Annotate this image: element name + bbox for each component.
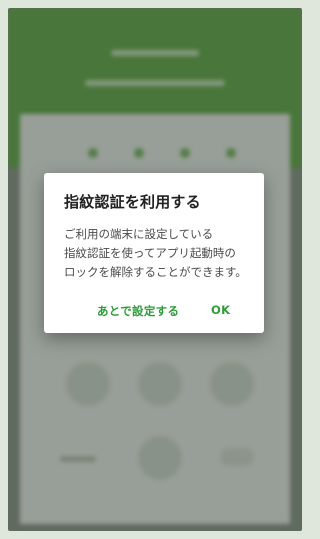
- ok-button[interactable]: OK: [211, 303, 230, 317]
- phone-screen: 指紋認証を利用する ご利用の端末に設定している 指紋認証を使ってアプリ起動時の …: [8, 8, 302, 531]
- fingerprint-dialog: 指紋認証を利用する ご利用の端末に設定している 指紋認証を使ってアプリ起動時の …: [44, 173, 264, 333]
- set-later-button[interactable]: あとで設定する: [97, 303, 179, 319]
- dialog-message: ご利用の端末に設定している 指紋認証を使ってアプリ起動時の ロックを解除すること…: [64, 227, 247, 279]
- dialog-title: 指紋認証を利用する: [64, 193, 201, 211]
- dialog-actions: あとで設定する OK: [44, 299, 264, 325]
